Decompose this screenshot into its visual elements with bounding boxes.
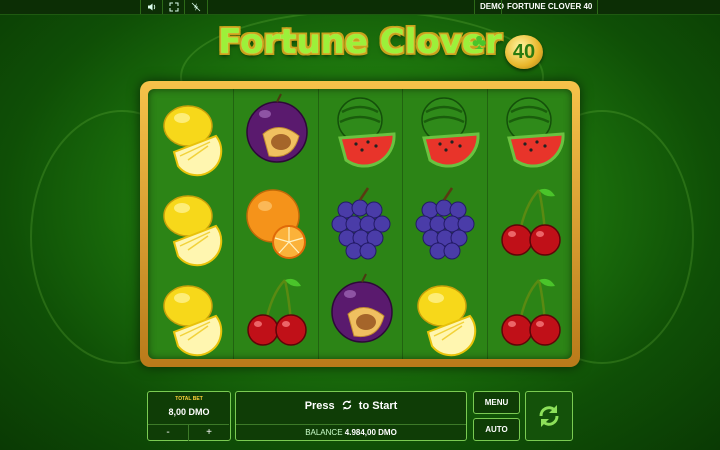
auto-button[interactable]: AUTO	[473, 418, 520, 441]
watermelon-icon	[506, 97, 565, 168]
lemon-icon	[163, 105, 223, 177]
symbol-plum	[320, 270, 400, 358]
game-title-label: FORTUNE CLOVER 40	[501, 0, 599, 14]
lightning-off-icon	[191, 2, 201, 12]
symbol-plum	[235, 90, 315, 178]
spin-button[interactable]	[525, 391, 573, 441]
reels-area	[148, 89, 572, 359]
balance-label: BALANCE	[305, 428, 343, 437]
symbol-grapes	[320, 180, 400, 268]
reel	[402, 89, 487, 359]
reel-divider	[317, 89, 319, 359]
speaker-icon	[148, 3, 156, 11]
expand-icon	[169, 2, 179, 12]
reel-divider	[487, 89, 489, 359]
watermelon-icon	[336, 97, 396, 168]
lemon-icon	[417, 285, 477, 357]
lemon-icon	[163, 195, 223, 267]
cherry-icon	[501, 188, 561, 256]
increase-bet-button[interactable]: +	[189, 424, 229, 441]
total-bet-value: 8,00 DMO	[168, 407, 210, 417]
reels-frame	[140, 81, 580, 367]
balance-row: BALANCE 4.984,00 DMO	[236, 424, 466, 441]
symbol-lemon	[404, 270, 484, 358]
clover-icon: ♣	[472, 29, 487, 54]
symbol-watermelon	[404, 90, 484, 178]
symbol-lemon	[150, 270, 230, 358]
top-bar: DEMO FORTUNE CLOVER 40	[0, 0, 720, 15]
menu-button[interactable]: MENU	[473, 391, 520, 414]
balance-value: 4.984,00 DMO	[344, 428, 397, 437]
press-to-start: Press to Start	[236, 399, 466, 412]
spin-info-panel[interactable]: Press to Start BALANCE 4.984,00 DMO	[235, 391, 467, 441]
symbol-watermelon	[320, 90, 400, 178]
turbo-button[interactable]	[184, 0, 208, 14]
cherry-icon	[247, 278, 307, 346]
watermelon-icon	[421, 97, 480, 168]
logo-number-badge: 40	[505, 35, 543, 69]
symbol-cherry	[235, 270, 315, 358]
symbol-lemon	[150, 90, 230, 178]
decrease-bet-button[interactable]: -	[148, 424, 189, 441]
grapes-icon	[331, 187, 391, 260]
cherry-icon	[501, 278, 561, 346]
reel	[148, 89, 233, 359]
symbol-grapes	[404, 180, 484, 268]
symbol-watermelon	[489, 90, 569, 178]
orange-icon	[246, 189, 306, 259]
symbol-lemon	[150, 180, 230, 268]
sound-button[interactable]	[140, 0, 163, 14]
reel	[487, 89, 572, 359]
to-start-label: to Start	[358, 400, 398, 412]
reel	[318, 89, 403, 359]
reel-divider	[402, 89, 404, 359]
fullscreen-button[interactable]	[162, 0, 185, 14]
reel-divider	[232, 89, 234, 359]
symbol-cherry	[489, 180, 569, 268]
spin-arrows-icon	[342, 400, 351, 410]
symbol-orange	[235, 180, 315, 268]
reel	[233, 89, 318, 359]
grapes-icon	[415, 187, 475, 260]
spin-icon	[539, 405, 559, 427]
plum-icon	[330, 273, 393, 343]
bet-panel: TOTAL BET 8,00 DMO - +	[147, 391, 231, 441]
press-label: Press	[304, 400, 335, 412]
total-bet-title: TOTAL BET	[175, 396, 203, 402]
symbol-cherry	[489, 270, 569, 358]
lemon-icon	[163, 285, 223, 357]
logo-title: Fortune Clover	[218, 22, 502, 62]
plum-icon	[246, 93, 308, 163]
game-logo: Fortune Clover	[0, 22, 720, 62]
